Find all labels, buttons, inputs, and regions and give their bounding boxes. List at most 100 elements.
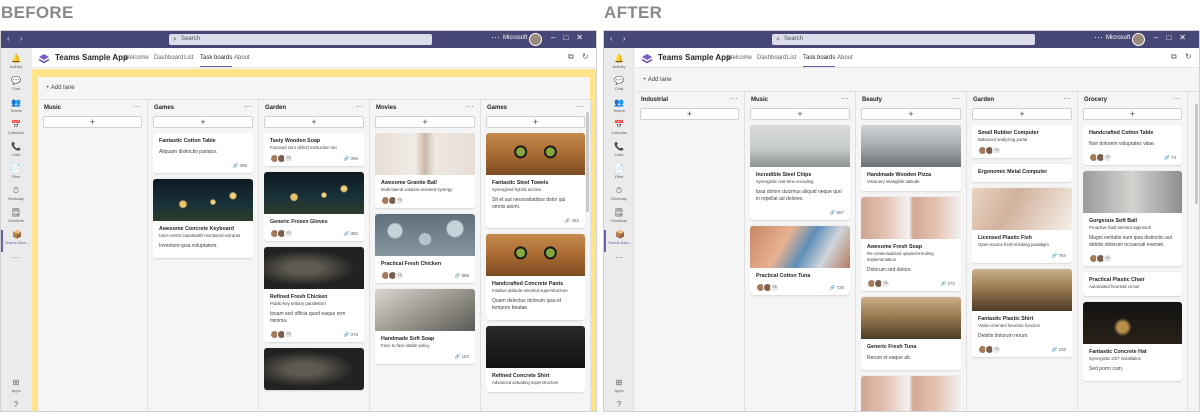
- task-card[interactable]: Gorgeous Soft Ball Proactive fault-tolera…: [1083, 171, 1182, 266]
- task-card[interactable]: [861, 376, 961, 411]
- task-card[interactable]: Tasty Wooden Soap Focused zero defect ins…: [264, 133, 364, 166]
- rail-label: OneNote: [7, 218, 24, 223]
- add-card-button[interactable]: +: [264, 116, 364, 128]
- rail-item-onenote[interactable]: 🗒 OneNote: [1, 208, 31, 230]
- task-card[interactable]: Handcrafted Cotton Table Non dolorem volu…: [1083, 125, 1182, 165]
- tab-list[interactable]: List: [787, 54, 796, 67]
- rail-item-apps[interactable]: ⊞ Apps: [1, 378, 31, 400]
- window-controls[interactable]: –□✕: [1154, 33, 1194, 42]
- rail-more-icon[interactable]: ···: [604, 253, 634, 275]
- rail-item-apps[interactable]: ⊞ Apps: [604, 378, 634, 400]
- tab-dashboard[interactable]: Dashboard: [757, 54, 786, 67]
- tab-dashboard[interactable]: Dashboard: [154, 54, 183, 67]
- task-card[interactable]: Refined Concrete Shirt Advanced actuating…: [486, 326, 585, 392]
- lane-more-icon[interactable]: ···: [1063, 94, 1071, 103]
- add-card-button[interactable]: +: [972, 108, 1072, 120]
- lane-more-icon[interactable]: ···: [355, 102, 363, 111]
- rail-item-activity[interactable]: 🔔 Activity: [1, 54, 31, 76]
- rail-item-onenote[interactable]: 🗒 OneNote: [604, 208, 634, 230]
- search-input[interactable]: ⌕ Search: [772, 34, 1035, 45]
- add-lane-button[interactable]: + Add lane: [46, 82, 75, 94]
- lane-more-icon[interactable]: ···: [1173, 94, 1181, 103]
- profile-avatar[interactable]: [529, 33, 542, 46]
- tab-task-boards[interactable]: Task boards: [803, 54, 836, 67]
- task-card[interactable]: [264, 348, 364, 390]
- lane-more-icon[interactable]: ···: [466, 102, 474, 111]
- add-card-button[interactable]: +: [750, 108, 850, 120]
- task-card[interactable]: Practical Cotton Tuna +3 🔗 728: [750, 226, 850, 295]
- rail-item-help[interactable]: ?Help: [1, 400, 31, 411]
- task-card[interactable]: Fantastic Concrete Hat Synergistic 24/7 i…: [1083, 302, 1182, 381]
- rail-item-calls[interactable]: 📞 Calls: [604, 142, 634, 164]
- tab-welcome[interactable]: Welcome: [124, 54, 149, 67]
- tab-list[interactable]: List: [184, 54, 193, 67]
- task-card[interactable]: Handmade Wooden Pizza Visionary intangibl…: [861, 125, 961, 191]
- rail-item-calls[interactable]: 📞 Calls: [1, 142, 31, 164]
- add-card-button[interactable]: +: [375, 116, 475, 128]
- reload-icon[interactable]: ↻: [582, 52, 589, 61]
- rail-more-icon[interactable]: ···: [1, 253, 31, 275]
- add-card-button[interactable]: +: [486, 116, 585, 128]
- tab-about[interactable]: About: [837, 54, 853, 67]
- task-card[interactable]: Generic Frozen Gloves +3 🔗 382: [264, 172, 364, 241]
- window-controls[interactable]: –□✕: [551, 33, 591, 42]
- rail-item-chat[interactable]: 💬 Chat: [1, 76, 31, 98]
- history-nav-icons[interactable]: ‹ ›: [7, 34, 27, 43]
- task-card[interactable]: Awesome Granite Ball Multi-lateral soluti…: [375, 133, 475, 208]
- task-card[interactable]: Small Rubber Computer Balanced analyzing …: [972, 125, 1072, 158]
- lane-more-icon[interactable]: ···: [841, 94, 849, 103]
- rail-item-help[interactable]: ?Help: [604, 400, 634, 411]
- rail-item-teamssam[interactable]: 📦 Teams Sam...: [604, 230, 634, 252]
- task-card[interactable]: Handcrafted Concrete Pants Intuitive atti…: [486, 234, 585, 320]
- more-options-icon[interactable]: ···: [491, 32, 500, 42]
- task-card[interactable]: Handmade Soft Soap Face to face stable po…: [375, 289, 475, 364]
- task-card[interactable]: Fantastic Steel Towels Synergized hybrid …: [486, 133, 585, 228]
- board-scrollbar[interactable]: [586, 112, 589, 212]
- tab-welcome[interactable]: Welcome: [727, 54, 752, 67]
- rail-item-activity[interactable]: 🔔 Activity: [604, 54, 634, 76]
- rail-item-calendar[interactable]: 📅 Calendar: [604, 120, 634, 142]
- add-lane-button[interactable]: + Add lane: [643, 74, 672, 86]
- card-title: Practical Cotton Tuna: [756, 273, 811, 279]
- board-scrollbar[interactable]: [1195, 104, 1198, 204]
- task-card[interactable]: Generic Fresh Tuna Rerum et eaque ab.: [861, 297, 961, 370]
- add-card-button[interactable]: +: [153, 116, 253, 128]
- tab-task-boards[interactable]: Task boards: [200, 54, 233, 67]
- tab-about[interactable]: About: [234, 54, 250, 67]
- task-card[interactable]: Fantastic Plastic Shirt Vision-oriented h…: [972, 269, 1072, 357]
- popout-icon[interactable]: ⧉: [568, 52, 574, 62]
- rail-item-chat[interactable]: 💬 Chat: [604, 76, 634, 98]
- rail-item-teams[interactable]: 👥 Teams: [604, 98, 634, 120]
- task-card[interactable]: Practical Plastic Chair Automated heurist…: [1083, 272, 1182, 296]
- lane-more-icon[interactable]: ···: [952, 94, 960, 103]
- lane-more-icon[interactable]: ···: [730, 94, 738, 103]
- task-card[interactable]: Fantastic Cotton Table Aliquam distinctio…: [153, 133, 253, 173]
- task-card[interactable]: Ergonomic Metal Computer: [972, 164, 1072, 182]
- lane-more-icon[interactable]: ···: [576, 102, 584, 111]
- task-card[interactable]: Practical Fresh Chicken +3 🔗 998: [375, 214, 475, 283]
- rail-item-calendar[interactable]: 📅 Calendar: [1, 120, 31, 142]
- rail-item-files[interactable]: 📄 Files: [1, 164, 31, 186]
- rail-item-workday[interactable]: ⏱ Workday: [604, 186, 634, 208]
- profile-avatar[interactable]: [1132, 33, 1145, 46]
- task-card[interactable]: Awesome Fresh Soap Re-contextualized upwa…: [861, 197, 961, 291]
- add-card-button[interactable]: +: [640, 108, 739, 120]
- rail-item-workday[interactable]: ⏱ Workday: [1, 186, 31, 208]
- rail-item-teams[interactable]: 👥 Teams: [1, 98, 31, 120]
- rail-item-teamssam[interactable]: 📦 Teams Sam...: [1, 230, 31, 252]
- add-card-button[interactable]: +: [861, 108, 961, 120]
- task-card[interactable]: Incredible Steel Chips Synergistic real-t…: [750, 125, 850, 220]
- lane-more-icon[interactable]: ···: [244, 102, 252, 111]
- lane-more-icon[interactable]: ···: [133, 102, 141, 111]
- popout-icon[interactable]: ⧉: [1171, 52, 1177, 62]
- task-card[interactable]: Awesome Concrete Keyboard User-centric ba…: [153, 179, 253, 258]
- search-input[interactable]: ⌕ Search: [169, 34, 432, 45]
- add-card-button[interactable]: +: [43, 116, 142, 128]
- task-card[interactable]: Licensed Plastic Fish Open-source fresh-t…: [972, 188, 1072, 263]
- task-card[interactable]: Refined Fresh Chicken Public-key tertiary…: [264, 247, 364, 342]
- more-options-icon[interactable]: ···: [1094, 32, 1103, 42]
- add-card-button[interactable]: +: [1083, 108, 1182, 120]
- history-nav-icons[interactable]: ‹ ›: [610, 34, 630, 43]
- reload-icon[interactable]: ↻: [1185, 52, 1192, 61]
- rail-item-files[interactable]: 📄 Files: [604, 164, 634, 186]
